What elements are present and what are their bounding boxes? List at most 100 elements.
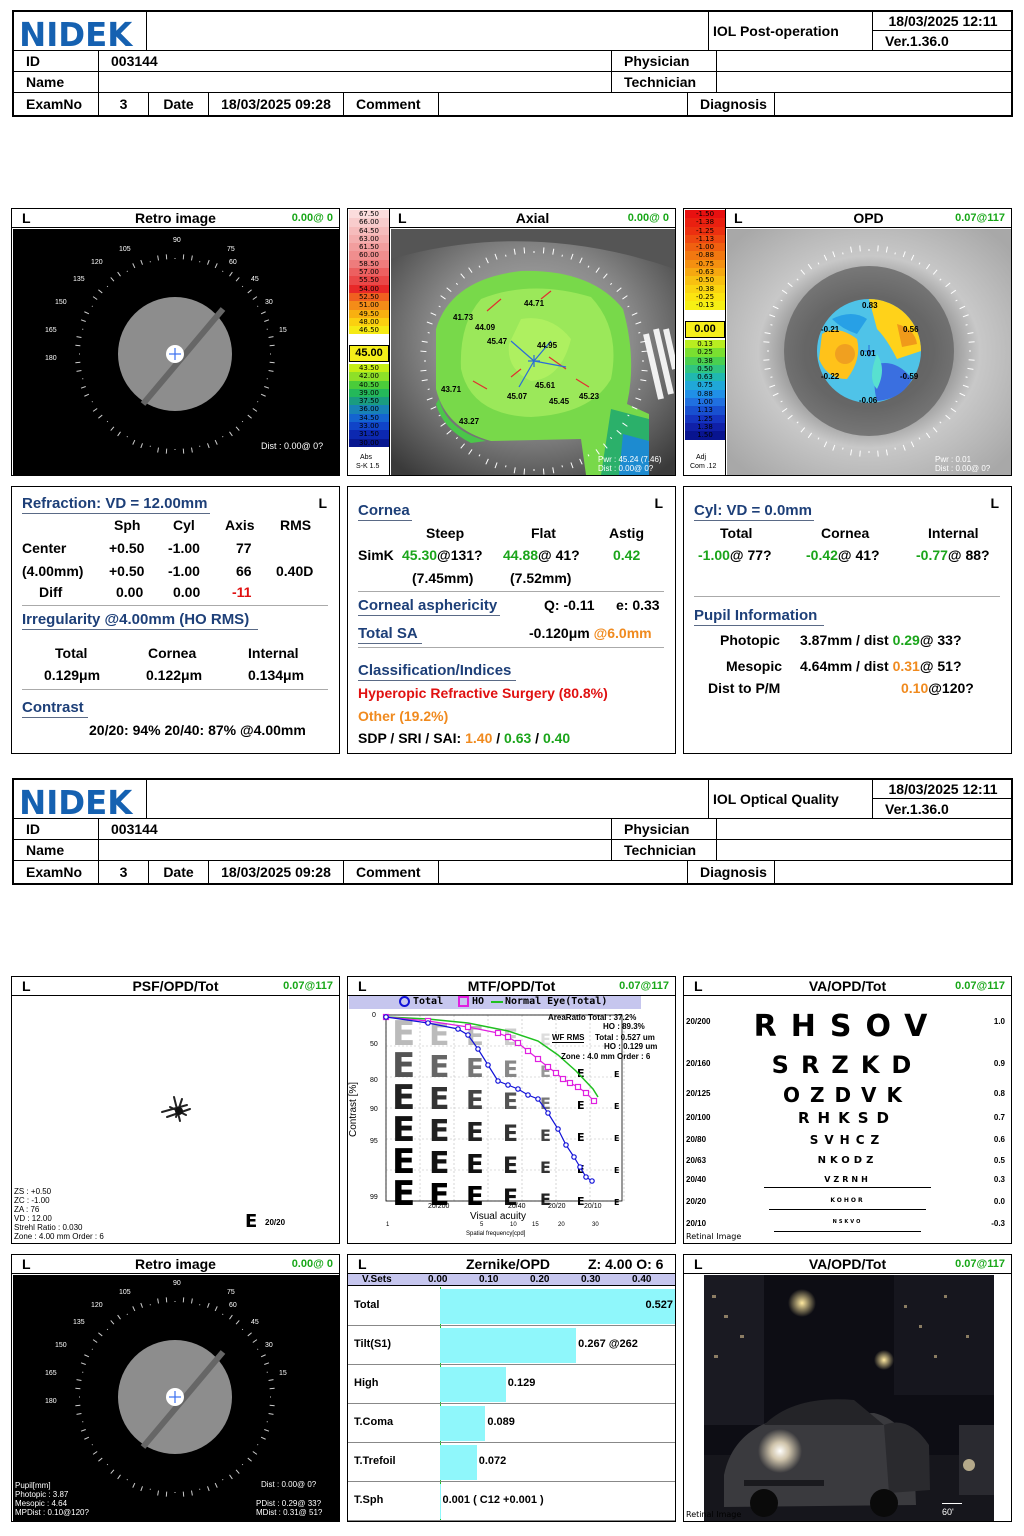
y-tick: 99 — [370, 1194, 378, 1201]
scale-step: 1.50 — [685, 431, 725, 440]
angle-75: 75 — [227, 246, 235, 253]
opd-value: 0.56 — [903, 325, 919, 334]
scale-step: 1.25 — [685, 414, 725, 423]
angle-165: 165 — [45, 327, 57, 334]
optotype-e: E — [466, 1054, 484, 1084]
simk-steep: 45.30 — [402, 547, 438, 563]
comment-label: Comment — [344, 93, 439, 115]
zone-sph: +0.50 — [109, 563, 145, 579]
physician-value — [717, 51, 1013, 71]
mtf-total-point — [475, 1046, 481, 1052]
mtf-ho-point — [544, 1063, 552, 1071]
scale-step: -0.88 — [685, 251, 725, 260]
physician-value — [717, 819, 1013, 839]
date-label: Date — [149, 93, 209, 115]
psf-za: ZA : 76 — [14, 1205, 40, 1214]
diagnosis-value — [775, 93, 1013, 115]
zernike-label: Total — [354, 1299, 380, 1311]
y-tick: 0 — [372, 1012, 376, 1019]
id-value: 003144 — [99, 51, 612, 71]
photopic-value: 3.87mm / dist — [800, 632, 889, 648]
mtf-legend: Total HO Normal Eye(Total) — [349, 996, 641, 1009]
technician-label: Technician — [612, 72, 717, 92]
name-label: Name — [14, 840, 99, 860]
axial-map-panel: 67.50 66.00 64.50 63.00 61.50 60.00 58.50 57.00… — [347, 208, 676, 476]
header-cornea: Cornea — [821, 525, 870, 541]
optotype-e: E — [429, 1146, 450, 1181]
report-version: Ver.1.36.0 — [885, 33, 949, 49]
psf-zone: Zone : 4.00 mm Order : 6 — [14, 1232, 104, 1241]
va-decimal-label: 1.0 — [993, 1017, 1005, 1026]
scale-step: 60.00 — [349, 251, 389, 260]
retro-image: 105 90 75 120 60 135 45 150 30 165 15 18… — [13, 229, 339, 475]
mtf-ho-point — [514, 1039, 522, 1047]
irr-header-total: Total — [55, 645, 88, 661]
axial-value: 45.07 — [507, 392, 528, 401]
scale-step: 0.75 — [685, 381, 725, 390]
legend-ho: HO — [472, 996, 485, 1007]
zernike-value: 0.089 — [487, 1416, 515, 1428]
scale-step: 55.50 — [349, 276, 389, 285]
angle-45: 45 — [251, 1319, 259, 1326]
panel-title: Zernike/OPD — [466, 1256, 551, 1272]
diagnosis-label: Diagnosis — [688, 861, 775, 883]
refraction-panel: L Refraction: VD = 12.00mm Sph Cyl Axis … — [11, 486, 340, 754]
optotype-e: E — [466, 1086, 484, 1116]
va-letters-row: OZDVK — [782, 1083, 913, 1107]
panel-value: 0.00@ 0 — [627, 212, 669, 224]
mtf-ho-point — [494, 1029, 502, 1037]
scale-step: 49.50 — [349, 309, 389, 318]
optotype-e: E — [614, 1102, 619, 1111]
panel-title-bar: L Zernike/OPD Z: 4.00 O: 6 — [348, 1255, 675, 1274]
mtf-total-point — [535, 1096, 541, 1102]
angle-105: 105 — [119, 246, 131, 253]
mtf-xlabel2: Spatial frequency[cpd] — [466, 1231, 526, 1237]
axial-dist: Dist : 0.00@ 0? — [598, 464, 654, 473]
legend-ho-icon — [458, 996, 469, 1007]
retinal-image-label: Retinal Image — [686, 1232, 742, 1241]
mtf-total-point — [505, 1082, 511, 1088]
id-value: 003144 — [99, 819, 612, 839]
zernike-value: 0.072 — [478, 1455, 507, 1467]
examno-label: ExamNo — [14, 93, 99, 115]
zernike-bar — [440, 1289, 675, 1324]
va-decimal-label: 0.7 — [993, 1112, 1005, 1122]
scale-step: 34.50 — [349, 413, 389, 423]
total-sa-title: Total SA — [358, 625, 418, 642]
irr-cornea: 0.122μm — [146, 667, 203, 683]
mtf-total-point — [563, 1142, 569, 1148]
contrast-title: Contrast — [22, 699, 84, 716]
mtf-total-point — [555, 1126, 561, 1132]
angle-15: 15 — [279, 327, 287, 334]
name-value — [99, 72, 612, 92]
zernike-label: High — [354, 1377, 379, 1389]
panel-value: 0.07@117 — [619, 980, 669, 992]
axial-value: 44.09 — [475, 323, 496, 332]
va-snellen-label: 20/20 — [686, 1197, 707, 1206]
cyl-panel: L Cyl: VD = 0.0mm Total Cornea Internal … — [683, 486, 1012, 754]
panel-value: 0.07@117 — [955, 212, 1005, 224]
x2-tick: 5 — [480, 1222, 484, 1228]
eye-label: L — [318, 495, 327, 511]
zernike-label: T.Sph — [354, 1494, 384, 1506]
optotype-e: E — [614, 1166, 619, 1175]
scale-step: 48.00 — [349, 317, 389, 327]
optotype-e: E — [503, 1122, 518, 1147]
mesopic-dist: 0.31 — [892, 658, 920, 674]
angle-150: 150 — [55, 299, 67, 306]
va-chart-panel: L VA/OPD/Tot 0.07@117 RHSOV 20/200 1.0 SRZK… — [683, 976, 1012, 1244]
optotype-e: E — [614, 1134, 619, 1143]
area-ratio-total: AreaRatio Total : 37.2% — [548, 1013, 637, 1022]
mtf-total-point — [425, 1020, 431, 1026]
va-underline — [774, 1231, 921, 1232]
angle-90: 90 — [173, 1280, 181, 1287]
angle-30: 30 — [265, 299, 273, 306]
irregularity-title: Irregularity @4.00mm (HO RMS) — [22, 611, 250, 628]
angle-120: 120 — [91, 259, 103, 266]
nidek-logo: NIDEK — [19, 15, 133, 54]
opd-value: -0.22 — [821, 372, 840, 381]
mtf-total-point — [485, 1062, 491, 1068]
zernike-bar — [440, 1406, 486, 1441]
scale-step: -1.13 — [685, 234, 725, 244]
logo-box: NIDEK — [14, 780, 147, 822]
